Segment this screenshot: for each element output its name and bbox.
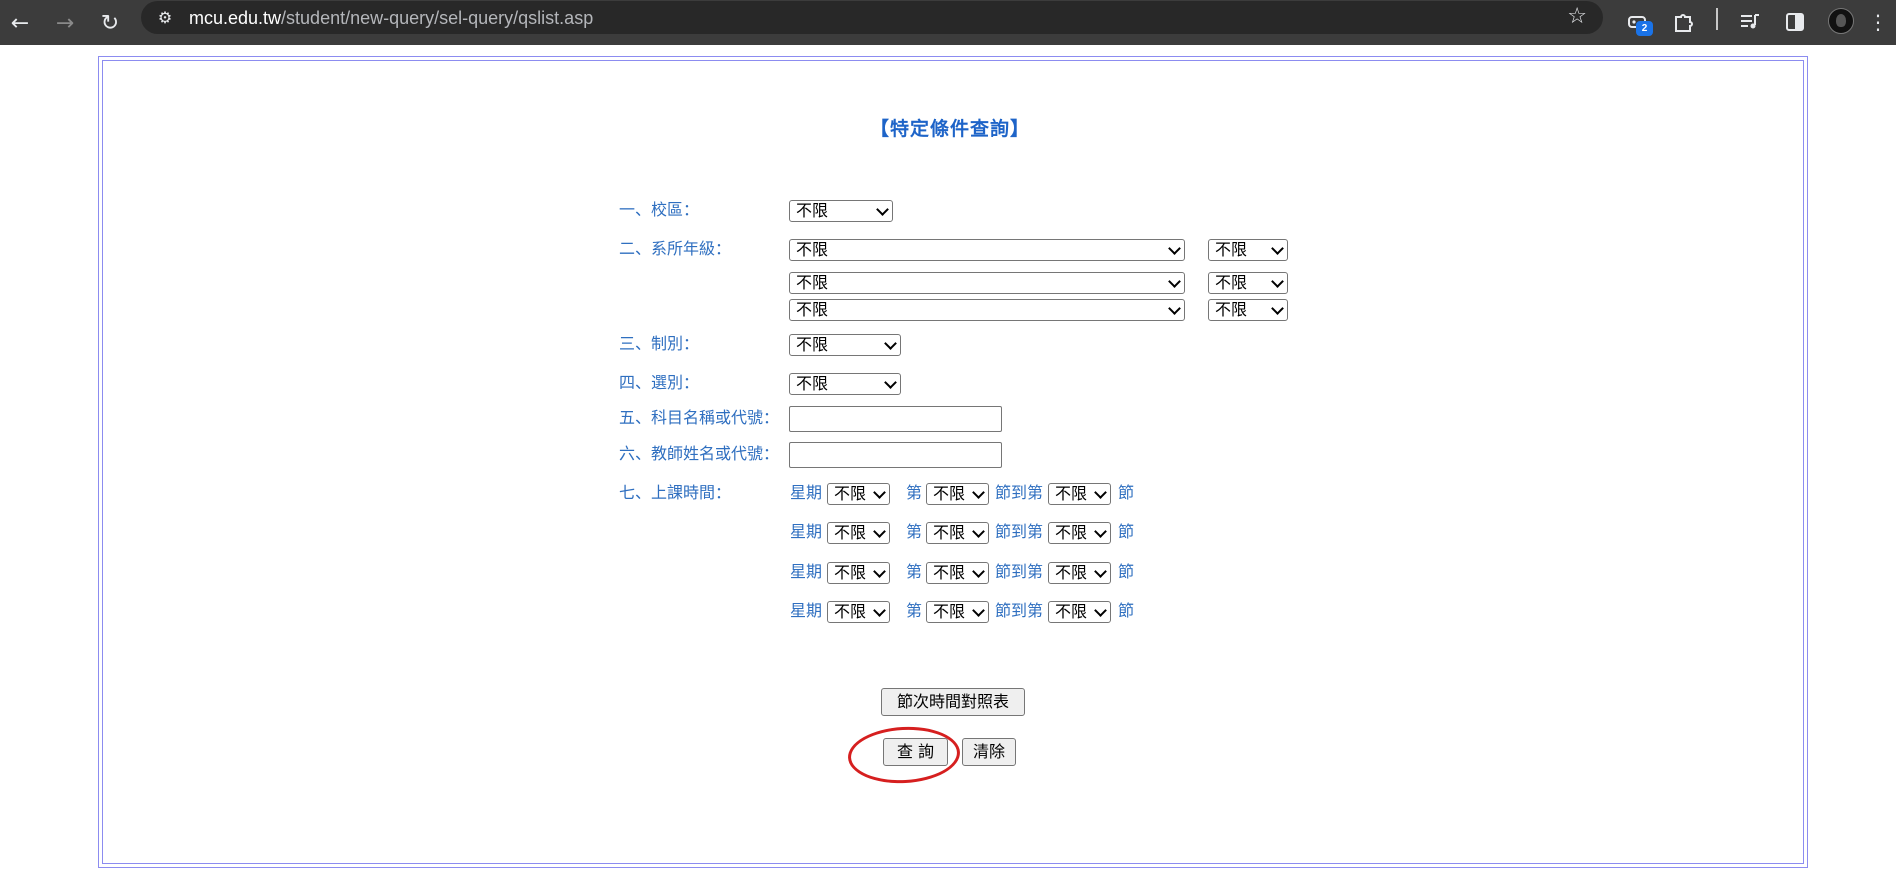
weekday-word: 星期: [790, 562, 823, 581]
grade-select-3[interactable]: 不限: [1208, 299, 1288, 321]
elective-type-select[interactable]: 不限: [789, 373, 901, 395]
chevron-down-icon: [1271, 242, 1284, 255]
period-end-word: 節: [1118, 601, 1135, 620]
puzzle-icon[interactable]: [1667, 6, 1699, 38]
weekday-select-2[interactable]: 不限: [827, 522, 890, 544]
chevron-down-icon: [972, 525, 985, 538]
period-end-word: 節: [1118, 483, 1135, 502]
chevron-down-icon: [1168, 242, 1181, 255]
page-title: 【特定條件查詢】: [870, 118, 1031, 140]
grade-select-1[interactable]: 不限: [1208, 239, 1288, 261]
chevron-down-icon: [972, 486, 985, 499]
clear-button[interactable]: 清除: [962, 738, 1016, 766]
browser-toolbar: ← → ↻ ⚙ mcu.edu.tw/student/new-query/sel…: [0, 0, 1896, 45]
site-info-icon[interactable]: ⚙: [153, 5, 177, 29]
subject-input[interactable]: [789, 406, 1002, 432]
period-to-word: 節到第: [995, 483, 1044, 502]
weekday-word: 星期: [790, 601, 823, 620]
period-to-select-1[interactable]: 不限: [1048, 483, 1111, 505]
period-from-word: 第: [906, 601, 923, 620]
extension-badge: 2: [1636, 21, 1653, 36]
weekday-word: 星期: [790, 483, 823, 502]
url-text[interactable]: mcu.edu.tw/student/new-query/sel-query/q…: [189, 7, 593, 29]
chevron-down-icon: [884, 376, 897, 389]
chevron-down-icon: [972, 604, 985, 617]
chevron-down-icon: [873, 486, 886, 499]
subject-label: 五、科目名稱或代號：: [619, 408, 780, 427]
class-time-label: 七、上課時間：: [619, 483, 732, 502]
period-end-word: 節: [1118, 522, 1135, 541]
period-from-select-1[interactable]: 不限: [926, 483, 989, 505]
chevron-down-icon: [1271, 275, 1284, 288]
period-end-word: 節: [1118, 562, 1135, 581]
grade-select-2[interactable]: 不限: [1208, 272, 1288, 294]
period-to-word: 節到第: [995, 601, 1044, 620]
period-to-select-3[interactable]: 不限: [1048, 562, 1111, 584]
toolbar-divider: [1716, 8, 1718, 30]
campus-select[interactable]: 不限: [789, 200, 893, 222]
dept-select-3[interactable]: 不限: [789, 299, 1185, 321]
chevron-down-icon: [1168, 275, 1181, 288]
dept-select-2[interactable]: 不限: [789, 272, 1185, 294]
extension-icon[interactable]: 2: [1622, 6, 1654, 38]
chevron-down-icon: [873, 525, 886, 538]
chevron-down-icon: [884, 337, 897, 350]
period-from-word: 第: [906, 562, 923, 581]
chevron-down-icon: [1094, 604, 1107, 617]
menu-kebab-icon[interactable]: ⋮: [1864, 6, 1892, 38]
period-to-word: 節到第: [995, 522, 1044, 541]
system-select[interactable]: 不限: [789, 334, 901, 356]
period-to-word: 節到第: [995, 562, 1044, 581]
forward-arrow-icon[interactable]: →: [48, 6, 82, 40]
teacher-input[interactable]: [789, 442, 1002, 468]
sidebar-icon[interactable]: [1779, 6, 1811, 38]
reload-icon[interactable]: ↻: [93, 6, 127, 40]
campus-label: 一、校區：: [619, 200, 700, 219]
dept-select-1[interactable]: 不限: [789, 239, 1185, 261]
chevron-down-icon: [1094, 565, 1107, 578]
chevron-down-icon: [1094, 486, 1107, 499]
weekday-select-4[interactable]: 不限: [827, 601, 890, 623]
system-label: 三、制別：: [619, 334, 700, 353]
chevron-down-icon: [873, 565, 886, 578]
period-to-select-4[interactable]: 不限: [1048, 601, 1111, 623]
back-arrow-icon[interactable]: ←: [3, 6, 37, 40]
chevron-down-icon: [1094, 525, 1107, 538]
period-from-select-3[interactable]: 不限: [926, 562, 989, 584]
period-to-select-2[interactable]: 不限: [1048, 522, 1111, 544]
period-from-select-4[interactable]: 不限: [926, 601, 989, 623]
dept-grade-label: 二、系所年級：: [619, 239, 732, 258]
weekday-select-1[interactable]: 不限: [827, 483, 890, 505]
address-bar[interactable]: ⚙ mcu.edu.tw/student/new-query/sel-query…: [141, 1, 1603, 34]
elective-type-label: 四、選別：: [619, 373, 700, 392]
chevron-down-icon: [1168, 302, 1181, 315]
period-from-select-2[interactable]: 不限: [926, 522, 989, 544]
media-icon[interactable]: [1734, 6, 1766, 38]
chevron-down-icon: [972, 565, 985, 578]
chevron-down-icon: [876, 203, 889, 216]
period-from-word: 第: [906, 483, 923, 502]
chevron-down-icon: [873, 604, 886, 617]
teacher-label: 六、教師姓名或代號：: [619, 444, 780, 463]
chevron-down-icon: [1271, 302, 1284, 315]
period-time-table-button[interactable]: 節次時間對照表: [881, 688, 1025, 716]
profile-icon[interactable]: [1828, 8, 1854, 34]
period-from-word: 第: [906, 522, 923, 541]
weekday-select-3[interactable]: 不限: [827, 562, 890, 584]
bookmark-star-icon[interactable]: ☆: [1567, 4, 1587, 29]
weekday-word: 星期: [790, 522, 823, 541]
